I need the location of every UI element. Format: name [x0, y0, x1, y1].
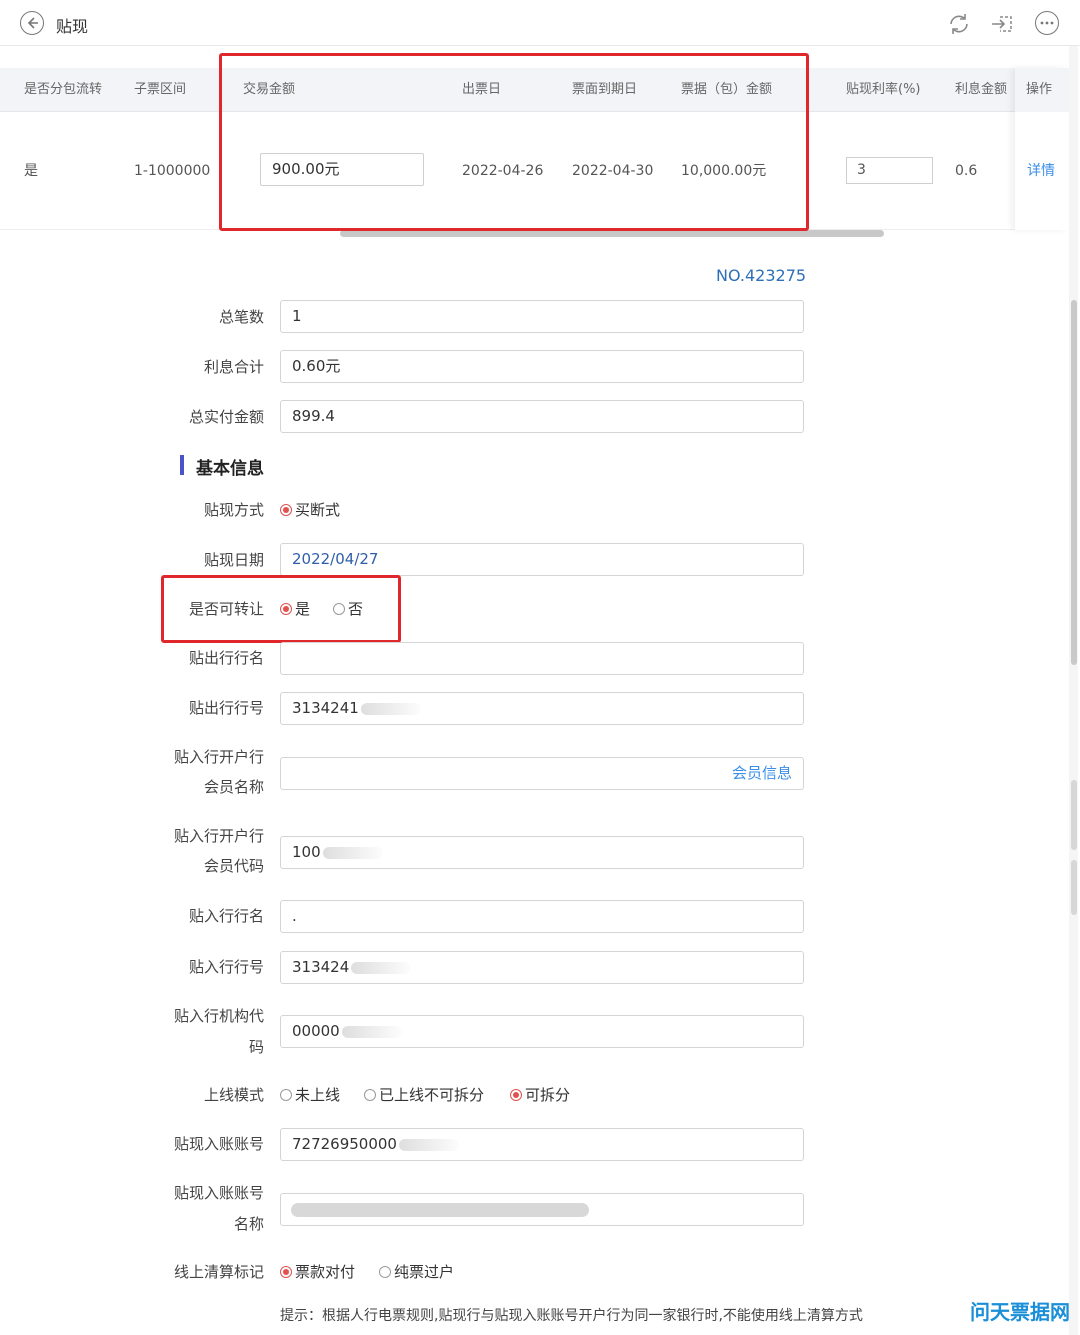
radio-dot-selected[interactable] — [280, 1266, 292, 1278]
account-no-value: 72726950000 — [292, 1135, 397, 1153]
in-bank-name-label: 贴入行行名 — [188, 907, 264, 925]
section-bar — [180, 455, 184, 475]
in-member-code-label2: 会员代码 — [203, 857, 264, 875]
member-info-link[interactable]: 会员信息 — [732, 758, 792, 789]
radio-dot[interactable] — [280, 1089, 292, 1101]
total-paid-field[interactable]: 899.4 — [280, 400, 804, 433]
in-bank-name-field[interactable]: . — [280, 900, 804, 933]
total-count-field[interactable]: 1 — [280, 300, 804, 333]
redaction-blur — [341, 1025, 402, 1038]
radio-buyout[interactable]: 买断式 — [280, 495, 340, 525]
action-column: 操作 详情 — [1015, 68, 1070, 230]
vertical-scrollbar-thumb[interactable] — [1071, 300, 1077, 665]
vertical-scrollbar-mark — [1071, 780, 1077, 850]
radio-dot-selected[interactable] — [510, 1089, 522, 1101]
col-rate: 贴现利率(%) — [846, 82, 921, 97]
in-member-name-label2: 会员名称 — [203, 778, 264, 796]
cell-interest: 0.6 — [955, 163, 978, 179]
in-org-code-value: 00000 — [292, 1022, 340, 1040]
redaction-blur — [322, 846, 383, 859]
radio-dot-selected[interactable] — [280, 504, 292, 516]
page-title: 贴现 — [56, 17, 89, 36]
radio-online-unsplittable-label: 已上线不可拆分 — [379, 1086, 485, 1104]
account-no-label: 贴现入账账号 — [173, 1135, 264, 1153]
redaction-blur — [398, 1138, 459, 1151]
radio-online-unsplittable[interactable]: 已上线不可拆分 — [364, 1080, 484, 1110]
in-org-code-label2: 码 — [248, 1038, 264, 1056]
redaction-bar — [291, 1203, 589, 1217]
discount-date-label: 贴现日期 — [203, 551, 264, 569]
discount-date-field[interactable]: 2022/04/27 — [280, 543, 804, 576]
in-member-code-value: 100 — [292, 843, 321, 861]
serial-number: NO.423275 — [716, 266, 807, 285]
back-icon[interactable] — [20, 11, 44, 35]
top-bar: 贴现 — [0, 0, 1080, 46]
radio-not-online[interactable]: 未上线 — [280, 1080, 340, 1110]
highlight-box-transferable — [161, 575, 401, 643]
col-action: 操作 — [1015, 68, 1070, 112]
refresh-icon[interactable] — [946, 11, 972, 37]
highlight-box-amount — [219, 53, 809, 231]
account-name-field[interactable] — [280, 1193, 804, 1226]
radio-buyout-label: 买断式 — [295, 501, 341, 519]
in-member-name-field[interactable]: 会员信息 — [280, 757, 804, 790]
radio-dvp-label: 票款对付 — [295, 1263, 356, 1281]
account-name-label1: 贴现入账账号 — [173, 1184, 264, 1202]
redaction-blur — [360, 702, 421, 715]
vertical-scrollbar-mark — [1071, 860, 1077, 915]
in-member-name-label1: 贴入行开户行 — [173, 748, 264, 766]
out-bank-name-field[interactable] — [280, 642, 804, 675]
exit-icon[interactable] — [990, 11, 1016, 37]
col-range: 子票区间 — [134, 82, 187, 97]
interest-total-field[interactable]: 0.60元 — [280, 350, 804, 383]
online-mode-label: 上线模式 — [203, 1086, 264, 1104]
cell-range: 1-1000000 — [134, 163, 211, 179]
account-no-field[interactable]: 72726950000 — [280, 1128, 804, 1161]
clearing-label: 线上清算标记 — [173, 1263, 264, 1281]
account-name-label2: 名称 — [233, 1215, 264, 1233]
redaction-blur — [351, 961, 412, 974]
radio-splittable[interactable]: 可拆分 — [510, 1080, 570, 1110]
radio-not-online-label: 未上线 — [295, 1086, 341, 1104]
cell-split: 是 — [24, 163, 38, 179]
col-split: 是否分包流转 — [24, 82, 103, 97]
section-title: 基本信息 — [196, 459, 264, 479]
horizontal-scrollbar[interactable] — [340, 230, 884, 237]
vertical-scrollbar-track[interactable] — [1069, 46, 1078, 1335]
col-interest: 利息金额 — [955, 82, 1008, 97]
out-bank-no-label: 贴出行行号 — [188, 699, 264, 717]
in-member-code-field[interactable]: 100 — [280, 836, 804, 869]
total-paid-label: 总实付金额 — [188, 408, 264, 426]
radio-dot[interactable] — [364, 1089, 376, 1101]
in-org-code-label1: 贴入行机构代 — [173, 1007, 264, 1025]
discount-mode-label: 贴现方式 — [203, 501, 264, 519]
in-org-code-field[interactable]: 00000 — [280, 1015, 804, 1048]
radio-pure-transfer[interactable]: 纯票过户 — [379, 1257, 454, 1287]
in-member-code-label1: 贴入行开户行 — [173, 827, 264, 845]
interest-total-label: 利息合计 — [203, 358, 264, 376]
detail-link[interactable]: 详情 — [1015, 112, 1070, 230]
out-bank-name-label: 贴出行行名 — [188, 649, 264, 667]
out-bank-no-field[interactable]: 3134241 — [280, 692, 804, 725]
watermark: 问天票据网 — [970, 1300, 1070, 1324]
more-icon[interactable] — [1035, 11, 1059, 35]
in-bank-no-value: 313424 — [292, 958, 350, 976]
radio-pure-transfer-label: 纯票过户 — [394, 1263, 455, 1281]
hint-text: 提示：根据人行电票规则,贴现行与贴现入账账号开户行为同一家银行时,不能使用线上清… — [280, 1308, 863, 1324]
in-bank-no-field[interactable]: 313424 — [280, 951, 804, 984]
rate-input[interactable]: 3 — [846, 157, 933, 184]
radio-dot[interactable] — [379, 1266, 391, 1278]
in-bank-no-label: 贴入行行号 — [188, 958, 264, 976]
radio-dvp[interactable]: 票款对付 — [280, 1257, 355, 1287]
out-bank-no-value: 3134241 — [292, 699, 359, 717]
total-count-label: 总笔数 — [218, 308, 264, 326]
radio-splittable-label: 可拆分 — [525, 1086, 571, 1104]
